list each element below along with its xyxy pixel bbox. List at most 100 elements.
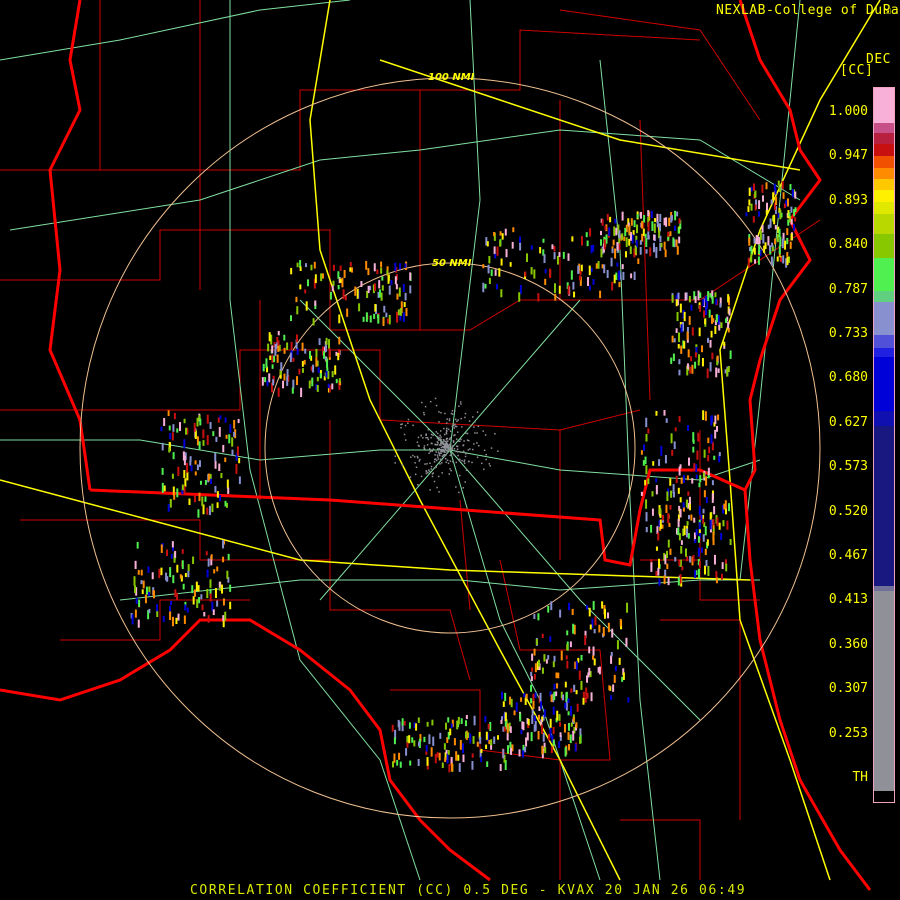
radar-echo [761,184,764,193]
color-scale-segment [874,214,894,234]
product-caption: CORRELATION COEFFICIENT (CC) 0.5 DEG - K… [190,883,747,898]
radar-echo [659,519,662,529]
radar-echo [712,318,715,323]
radar-echo [210,554,213,560]
radar-echo [610,652,613,657]
credit-label: NEXLAB-College of DuPage [716,3,900,18]
radar-echo [574,743,577,752]
radar-echo [530,698,533,704]
radar-echo [569,734,572,744]
radar-clutter [434,458,437,460]
radar-echo [614,665,617,672]
radar-echo [690,514,693,521]
radar-echo [519,236,522,243]
radar-clutter [460,417,462,420]
radar-echo [176,428,179,433]
radar-clutter [425,434,427,436]
radar-clutter [436,454,439,456]
radar-echo [704,548,707,555]
radar-echo [206,569,209,578]
radar-echo [559,732,562,737]
radar-clutter [440,439,443,441]
radar-echo [698,327,701,337]
radar-echo [526,253,529,262]
radar-echo [605,234,608,244]
radar-echo [757,256,760,265]
radar-echo [271,364,274,369]
radar-echo [531,709,534,716]
radar-echo [171,432,174,441]
radar-clutter [451,446,454,448]
radar-clutter [431,450,433,452]
radar-echo [509,262,512,267]
radar-echo [606,269,609,279]
radar-echo [360,281,363,288]
radar-echo [176,564,179,573]
radar-echo [668,217,671,226]
radar-clutter [430,433,433,436]
radar-echo [645,249,648,254]
radar-echo [716,425,719,432]
radar-echo [183,470,186,478]
color-scale-tick: 0.413 [828,592,868,608]
radar-echo [609,216,612,223]
radar-echo [524,271,527,277]
radar-echo [725,318,728,323]
radar-echo [301,361,304,367]
radar-echo [504,692,507,702]
radar-clutter [441,455,444,458]
radar-echo [689,555,692,563]
radar-echo [298,368,301,375]
radar-echo [540,701,543,709]
radar-echo [678,218,681,224]
radar-echo [385,312,388,318]
radar-echo [793,209,796,217]
radar-clutter [400,423,402,426]
radar-clutter [439,454,441,457]
radar-echo [541,724,544,735]
radar-clutter [417,436,420,439]
radar-echo [541,667,544,674]
radar-clutter [422,437,424,439]
radar-echo [215,436,218,442]
radar-echo [699,305,702,312]
radar-clutter [452,440,455,442]
radar-echo [559,721,562,727]
color-scale-tick: 0.947 [828,148,868,164]
radar-echo [661,515,664,521]
radar-echo [398,752,401,760]
radar-echo [619,618,622,627]
radar-clutter [409,456,412,458]
radar-echo [262,363,265,372]
radar-echo [570,688,573,693]
radar-echo [211,503,214,513]
radar-echo [755,235,758,244]
radar-echo [675,328,678,333]
radar-echo [671,335,674,343]
radar-clutter [449,443,452,445]
radar-clutter [445,438,448,441]
radar-echo [630,218,633,226]
radar-echo [647,221,650,232]
radar-echo [582,691,585,698]
radar-clutter [444,412,446,415]
radar-echo [748,237,751,246]
radar-echo [465,715,468,720]
radar-echo [231,449,234,456]
radar-echo [644,233,647,238]
radar-echo [681,566,684,571]
radar-echo [169,600,172,606]
radar-echo [698,529,701,534]
radar-clutter [472,416,474,418]
radar-echo [197,509,200,518]
radar-echo [367,285,370,294]
radar-clutter [448,473,450,475]
radar-echo [714,429,717,439]
radar-clutter [436,486,438,489]
radar-echo [697,568,700,579]
radar-echo [680,540,683,545]
radar-clutter [425,436,427,439]
radar-clutter [441,450,443,453]
radar-echo [578,275,581,281]
radar-echo [657,558,660,569]
